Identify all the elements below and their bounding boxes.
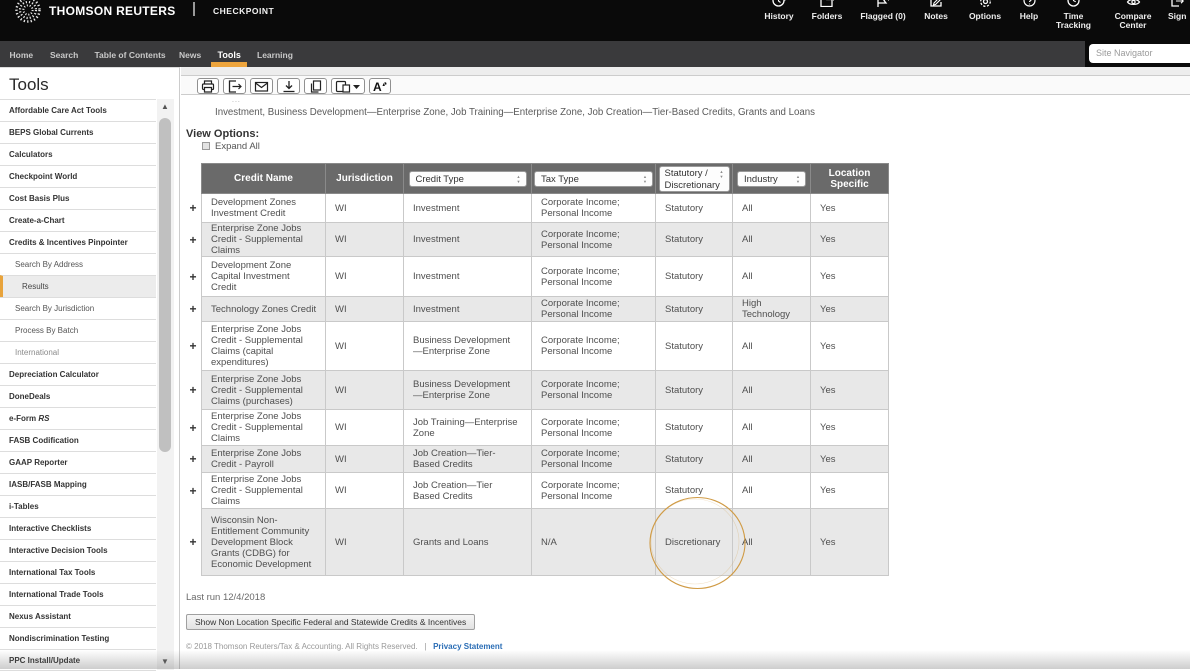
svg-text:A: A <box>373 80 382 93</box>
